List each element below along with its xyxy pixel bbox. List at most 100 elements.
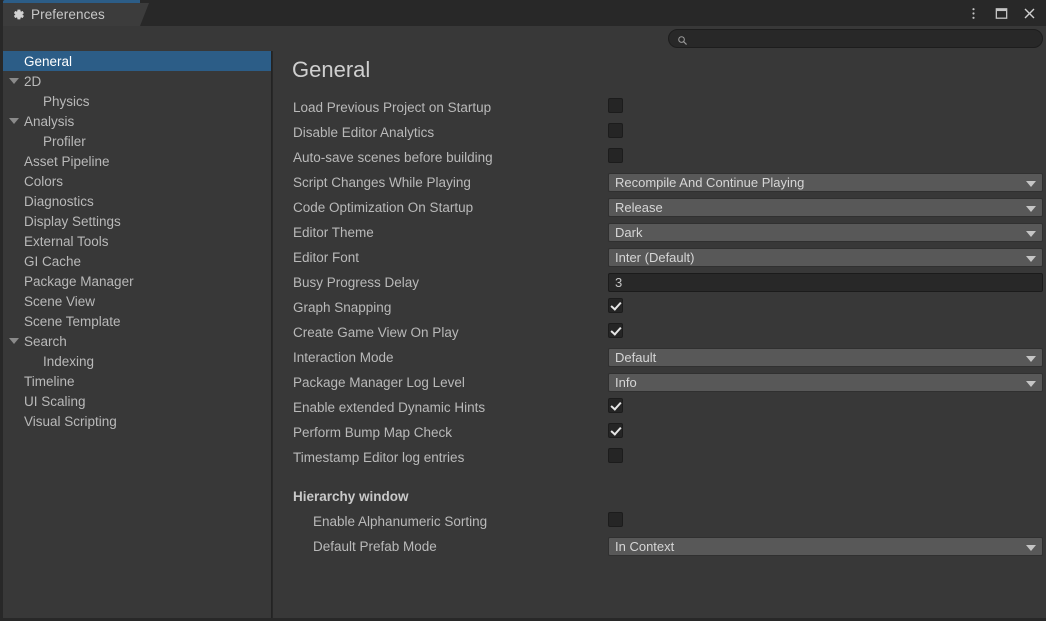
sidebar-item-profiler[interactable]: Profiler — [3, 131, 271, 151]
sidebar-item-diagnostics[interactable]: Diagnostics — [3, 191, 271, 211]
maximize-icon[interactable] — [988, 1, 1014, 25]
setting-control: Default — [608, 348, 1043, 367]
sidebar-item-visual-scripting[interactable]: Visual Scripting — [3, 411, 271, 431]
checkbox[interactable] — [608, 512, 623, 527]
chevron-down-icon — [1026, 545, 1036, 551]
settings-row: Graph Snapping — [273, 296, 1046, 321]
settings-row: Editor FontInter (Default) — [273, 246, 1046, 271]
sidebar-item-label: Scene Template — [24, 314, 121, 329]
sidebar-item-timeline[interactable]: Timeline — [3, 371, 271, 391]
sidebar-item-external-tools[interactable]: External Tools — [3, 231, 271, 251]
page-title: General — [292, 57, 370, 83]
dropdown[interactable]: Inter (Default) — [608, 248, 1043, 267]
checkbox[interactable] — [608, 398, 623, 413]
sidebar-item-display-settings[interactable]: Display Settings — [3, 211, 271, 231]
dropdown[interactable]: Default — [608, 348, 1043, 367]
setting-label: Enable extended Dynamic Hints — [293, 400, 485, 415]
chevron-down-icon[interactable] — [9, 78, 19, 84]
setting-label: Busy Progress Delay — [293, 275, 419, 290]
close-icon[interactable] — [1016, 1, 1042, 25]
dropdown[interactable]: In Context — [608, 537, 1043, 556]
chevron-down-icon[interactable] — [9, 118, 19, 124]
sidebar-item-label: Visual Scripting — [24, 414, 117, 429]
sidebar-item-analysis[interactable]: Analysis — [3, 111, 271, 131]
sidebar-item-label: Indexing — [43, 354, 94, 369]
tab-preferences[interactable]: Preferences — [3, 0, 140, 26]
sidebar-item-indexing[interactable]: Indexing — [3, 351, 271, 371]
sidebar-item-gi-cache[interactable]: GI Cache — [3, 251, 271, 271]
sidebar-item-label: Scene View — [24, 294, 95, 309]
dropdown[interactable]: Dark — [608, 223, 1043, 242]
sidebar-item-general[interactable]: General — [3, 51, 271, 71]
dropdown-value: Dark — [615, 225, 642, 240]
settings-content: General Load Previous Project on Startup… — [273, 51, 1046, 618]
section-heading: Hierarchy window — [293, 489, 409, 504]
checkbox[interactable] — [608, 98, 623, 113]
chevron-down-icon — [1026, 256, 1036, 262]
sidebar-item-label: Display Settings — [24, 214, 121, 229]
sidebar-item-label: General — [24, 54, 72, 69]
checkbox[interactable] — [608, 448, 623, 463]
dropdown[interactable]: Info — [608, 373, 1043, 392]
sidebar-item-asset-pipeline[interactable]: Asset Pipeline — [3, 151, 271, 171]
title-bar: Preferences — [0, 0, 1046, 26]
setting-control: Info — [608, 373, 1043, 392]
sidebar-item-ui-scaling[interactable]: UI Scaling — [3, 391, 271, 411]
search-input[interactable] — [693, 32, 1034, 46]
setting-label: Interaction Mode — [293, 350, 394, 365]
chevron-down-icon — [1026, 181, 1036, 187]
setting-label: Default Prefab Mode — [313, 539, 437, 554]
sidebar-item-search[interactable]: Search — [3, 331, 271, 351]
sidebar-item-label: Analysis — [24, 114, 74, 129]
sidebar-item-label: Colors — [24, 174, 63, 189]
setting-control: Recompile And Continue Playing — [608, 173, 1043, 192]
settings-row: Editor Theme Dark — [273, 221, 1046, 246]
sidebar-item-scene-template[interactable]: Scene Template — [3, 311, 271, 331]
settings-sidebar[interactable]: General 2DPhysics Analysis ProfilerAsset Pi… — [3, 51, 272, 618]
checkbox[interactable] — [608, 123, 623, 138]
sidebar-item-colors[interactable]: Colors — [3, 171, 271, 191]
checkbox[interactable] — [608, 148, 623, 163]
setting-control: Inter (Default) — [608, 248, 1043, 267]
settings-row: Hierarchy window — [273, 485, 1046, 510]
sidebar-item-label: UI Scaling — [24, 394, 86, 409]
checkbox[interactable] — [608, 323, 623, 338]
setting-label: Graph Snapping — [293, 300, 391, 315]
dropdown-value: In Context — [615, 539, 674, 554]
text-input[interactable]: 3 — [608, 273, 1043, 292]
sidebar-item-label: Timeline — [24, 374, 75, 389]
toolbar — [3, 26, 1046, 51]
setting-control — [608, 123, 623, 138]
setting-control — [608, 148, 623, 163]
search-box[interactable] — [668, 29, 1043, 48]
sidebar-item-label: Diagnostics — [24, 194, 94, 209]
dropdown[interactable]: Recompile And Continue Playing — [608, 173, 1043, 192]
text-input-value: 3 — [615, 275, 622, 290]
chevron-down-icon[interactable] — [9, 338, 19, 344]
settings-row: Enable extended Dynamic Hints — [273, 396, 1046, 421]
preferences-window: Preferences — [0, 0, 1046, 621]
setting-control — [608, 398, 623, 413]
chevron-down-icon — [1026, 356, 1036, 362]
settings-row: Code Optimization On StartupRelease — [273, 196, 1046, 221]
setting-label: Editor Theme — [293, 225, 374, 240]
window-controls — [960, 0, 1042, 26]
sidebar-item-scene-view[interactable]: Scene View — [3, 291, 271, 311]
setting-label: Script Changes While Playing — [293, 175, 471, 190]
sidebar-item-package-manager[interactable]: Package Manager — [3, 271, 271, 291]
checkbox[interactable] — [608, 298, 623, 313]
setting-control — [608, 298, 623, 313]
sidebar-item-physics[interactable]: Physics — [3, 91, 271, 111]
setting-control — [608, 423, 623, 438]
setting-control: Dark — [608, 223, 1043, 242]
setting-control — [608, 98, 623, 113]
chevron-down-icon — [1026, 206, 1036, 212]
dropdown[interactable]: Release — [608, 198, 1043, 217]
search-icon — [677, 33, 688, 44]
setting-label: Create Game View On Play — [293, 325, 459, 340]
kebab-menu-icon[interactable] — [960, 1, 986, 25]
sidebar-item-2d[interactable]: 2D — [3, 71, 271, 91]
checkbox[interactable] — [608, 423, 623, 438]
chevron-down-icon — [1026, 381, 1036, 387]
row-spacer — [273, 471, 1046, 485]
